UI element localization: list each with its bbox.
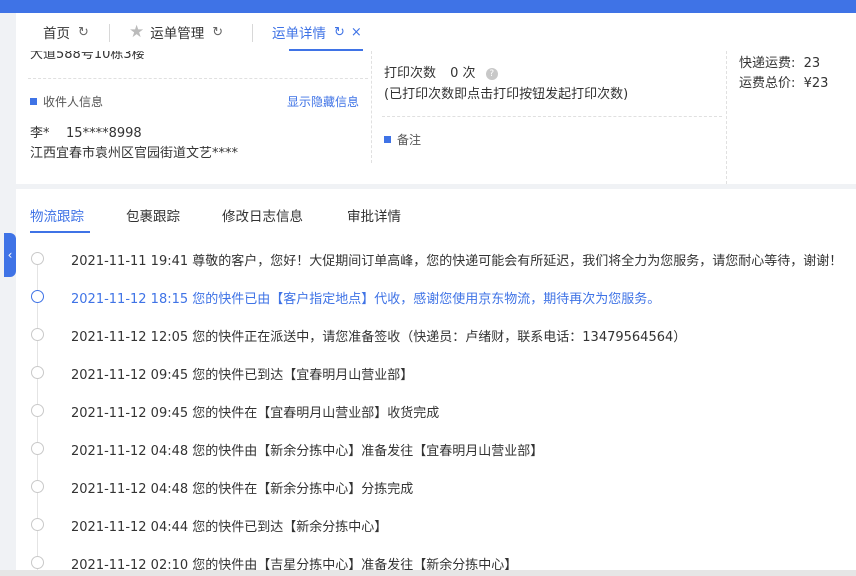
tab-home-label: 首页 bbox=[43, 26, 70, 42]
timeline-item: 2021-11-12 09:45 您的快件在【宜春明月山营业部】收货完成 bbox=[16, 401, 856, 421]
print-count-row: 打印次数 0 次 ? bbox=[384, 62, 498, 81]
tab-waybill-management-label: 运单管理 bbox=[150, 26, 205, 42]
divider bbox=[371, 51, 372, 163]
star-icon[interactable]: ★ bbox=[129, 22, 144, 42]
tab-approval-details[interactable]: 审批详情 bbox=[347, 205, 401, 225]
tab-divider bbox=[109, 24, 110, 42]
close-icon[interactable]: × bbox=[351, 25, 362, 40]
tab-waybill-management[interactable]: ★ 运单管理 ↻ bbox=[129, 13, 223, 51]
help-icon[interactable]: ? bbox=[485, 68, 498, 80]
timeline-text: 2021-11-11 19:41 尊敬的客户，您好！大促期间订单高峰，您的快递可… bbox=[71, 254, 843, 269]
chevron-left-icon: ‹ bbox=[7, 248, 13, 262]
timeline-dot-icon bbox=[31, 328, 44, 341]
tab-change-log[interactable]: 修改日志信息 bbox=[222, 205, 303, 225]
timeline-item: 2021-11-12 04:48 您的快件在【新余分拣中心】分拣完成 bbox=[16, 477, 856, 497]
timeline-dot-icon bbox=[31, 404, 44, 417]
tab-logistics-tracking[interactable]: 物流跟踪 bbox=[30, 205, 84, 225]
print-count-label: 打印次数 bbox=[384, 66, 437, 81]
timeline-item: 2021-11-12 18:15 您的快件已由【客户指定地点】代收，感谢您使用京… bbox=[16, 287, 856, 307]
timeline-item: 2021-11-12 04:44 您的快件已到达【新余分拣中心】 bbox=[16, 515, 856, 535]
waybill-info-panel: 大道588号10栋3楼 收件人信息 显示隐藏信息 李* 15****8998 江… bbox=[16, 51, 856, 184]
divider bbox=[382, 116, 722, 117]
refresh-icon[interactable]: ↻ bbox=[78, 25, 89, 40]
section-marker-icon bbox=[384, 136, 391, 143]
timeline-text: 2021-11-12 04:48 您的快件由【新余分拣中心】准备发往【宜春明月山… bbox=[71, 444, 544, 459]
divider bbox=[28, 78, 368, 79]
receiver-section-label: 收件人信息 bbox=[43, 95, 104, 109]
tracking-card: 物流跟踪 包裹跟踪 修改日志信息 审批详情 2021-11-11 19:41 尊… bbox=[16, 189, 856, 576]
timeline-dot-icon bbox=[31, 556, 44, 569]
timeline-text: 2021-11-12 09:45 您的快件已到达【宜春明月山营业部】 bbox=[71, 368, 414, 383]
print-count-value: 0 次 bbox=[450, 66, 476, 81]
receiver-name-phone: 李* 15****8998 bbox=[30, 126, 142, 141]
top-bar bbox=[0, 0, 856, 13]
tab-package-tracking[interactable]: 包裹跟踪 bbox=[126, 205, 180, 225]
tab-waybill-detail-label: 运单详情 bbox=[272, 26, 326, 42]
timeline-dot-icon bbox=[31, 442, 44, 455]
timeline-dot-icon bbox=[31, 366, 44, 379]
sender-address: 大道588号10栋3楼 bbox=[30, 51, 145, 62]
timeline-item: 2021-11-11 19:41 尊敬的客户，您好！大促期间订单高峰，您的快递可… bbox=[16, 249, 856, 269]
print-count-note: (已打印次数即点击打印按钮发起打印次数) bbox=[384, 87, 629, 102]
tab-waybill-detail[interactable]: 运单详情 ↻ × bbox=[272, 13, 362, 51]
timeline-item: 2021-11-12 09:45 您的快件已到达【宜春明月山营业部】 bbox=[16, 363, 856, 383]
tab-bar: 首页 ↻ ★ 运单管理 ↻ 运单详情 ↻ × bbox=[16, 13, 856, 51]
timeline-text: 2021-11-12 04:48 您的快件在【新余分拣中心】分拣完成 bbox=[71, 482, 414, 497]
timeline-item: 2021-11-12 12:05 您的快件正在派送中，请您准备签收（快递员：卢绪… bbox=[16, 325, 856, 345]
receiver-address: 江西宜春市袁州区官园街道文艺**** bbox=[30, 146, 239, 161]
tab-home[interactable]: 首页 ↻ bbox=[43, 13, 89, 51]
receiver-section-title: 收件人信息 bbox=[30, 93, 103, 110]
express-fee: 快递运费: 23 bbox=[739, 56, 821, 71]
remark-section-label: 备注 bbox=[397, 133, 422, 147]
divider bbox=[726, 51, 727, 184]
refresh-icon[interactable]: ↻ bbox=[212, 25, 223, 40]
collapse-sidebar-button[interactable]: ‹ bbox=[4, 233, 16, 277]
timeline-text: 2021-11-12 04:44 您的快件已到达【新余分拣中心】 bbox=[71, 520, 388, 535]
timeline-dot-icon bbox=[31, 252, 44, 265]
content-tabs: 物流跟踪 包裹跟踪 修改日志信息 审批详情 bbox=[16, 189, 856, 235]
timeline-dot-icon bbox=[31, 480, 44, 493]
timeline-dot-icon bbox=[31, 290, 44, 303]
section-marker-icon bbox=[30, 98, 37, 105]
timeline-text: 2021-11-12 18:15 您的快件已由【客户指定地点】代收，感谢您使用京… bbox=[71, 292, 661, 307]
timeline-text: 2021-11-12 09:45 您的快件在【宜春明月山营业部】收货完成 bbox=[71, 406, 440, 421]
timeline-item: 2021-11-12 04:48 您的快件由【新余分拣中心】准备发往【宜春明月山… bbox=[16, 439, 856, 459]
timeline-text: 2021-11-12 12:05 您的快件正在派送中，请您准备签收（快递员：卢绪… bbox=[71, 330, 687, 345]
total-fee: 运费总价: ¥23 bbox=[739, 76, 829, 91]
active-tab-underline bbox=[30, 231, 90, 233]
horizontal-scrollbar[interactable] bbox=[0, 570, 856, 576]
show-hidden-info-link[interactable]: 显示隐藏信息 bbox=[287, 93, 359, 110]
tab-divider bbox=[252, 24, 253, 42]
timeline-dot-icon bbox=[31, 518, 44, 531]
remark-section-title: 备注 bbox=[384, 131, 421, 148]
refresh-icon[interactable]: ↻ bbox=[334, 25, 345, 40]
